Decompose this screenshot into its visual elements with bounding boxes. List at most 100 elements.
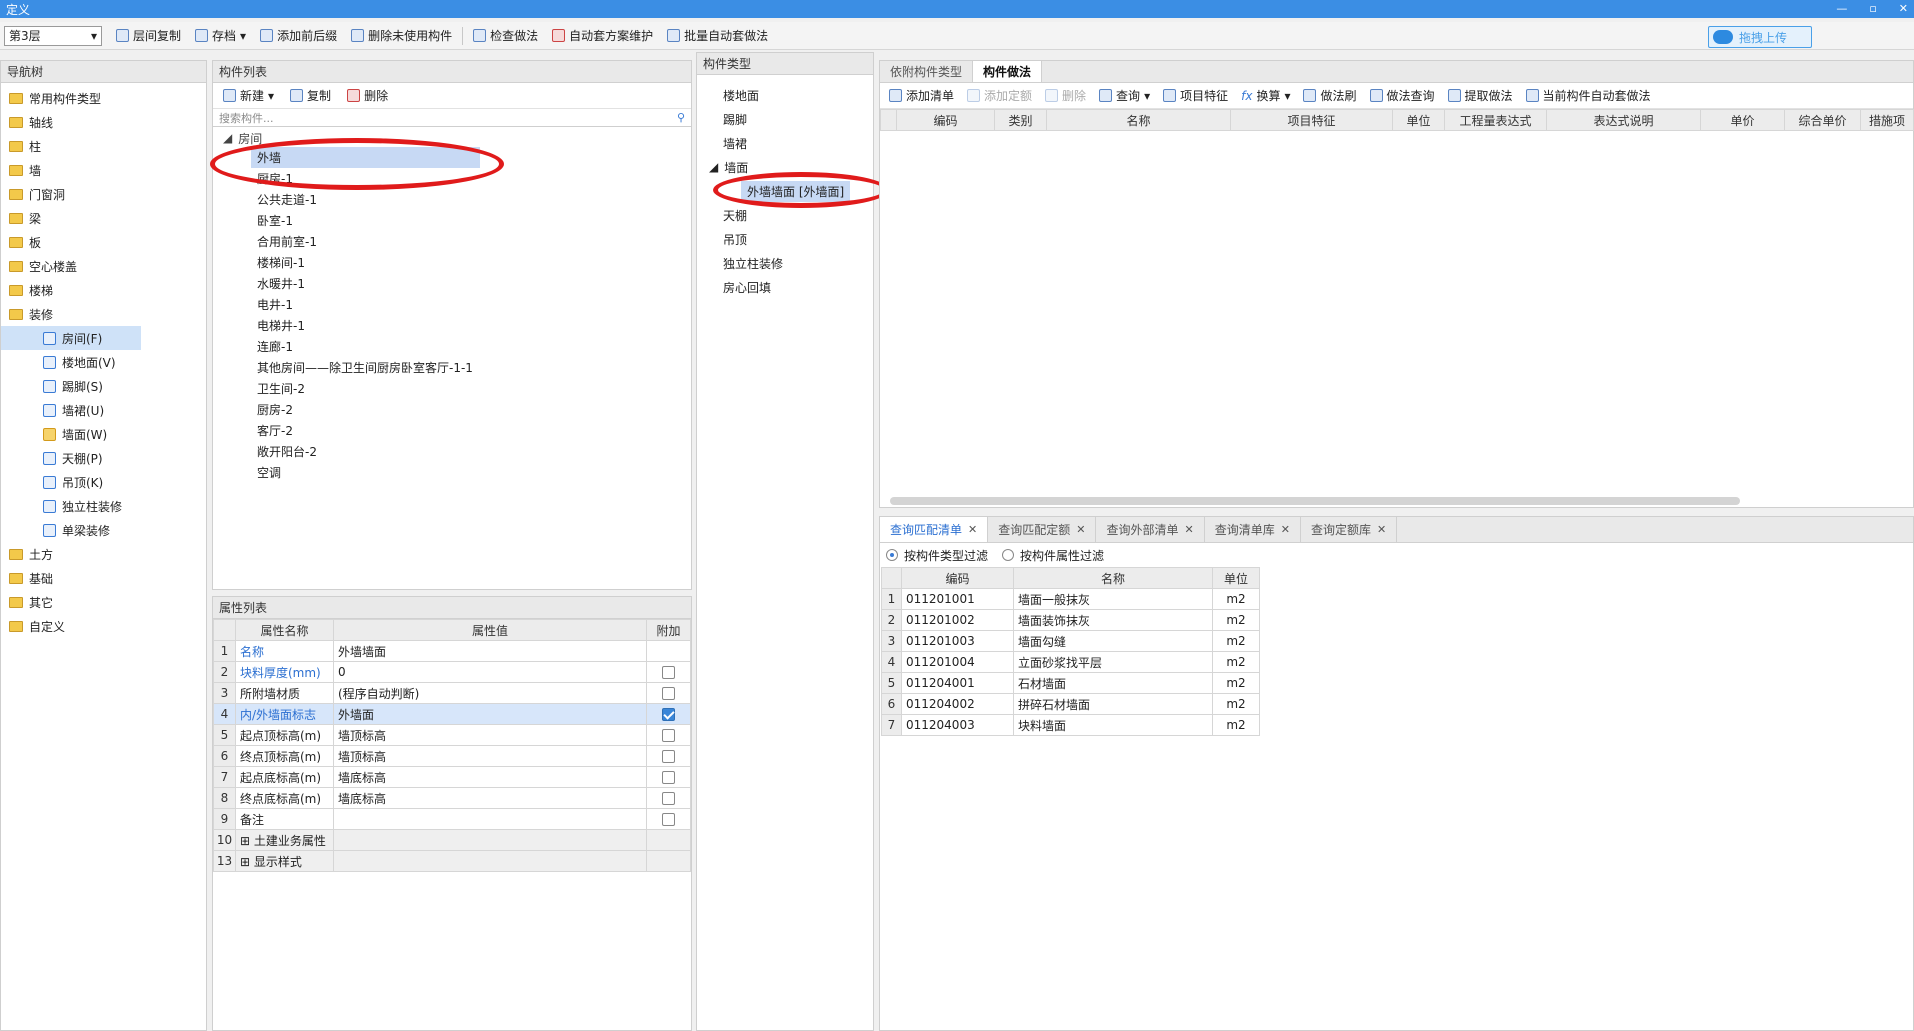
component-item[interactable]: 连廊-1 [213,336,691,357]
nav-item-ceiling[interactable]: 天棚(P) [1,446,206,470]
property-row[interactable]: 3 所附墙材质 (程序自动判断) [213,682,691,704]
extra-checkbox[interactable] [662,750,676,763]
component-item[interactable]: 客厅-2 [213,420,691,441]
property-row[interactable]: 5 起点顶标高(m) 墙顶标高 [213,724,691,746]
component-item[interactable]: 敞开阳台-2 [213,441,691,462]
component-item[interactable]: 水暖井-1 [213,273,691,294]
add-affix-button[interactable]: 添加前后缀 [254,25,343,47]
extra-checkbox[interactable] [662,792,676,805]
type-item-backfill[interactable]: 房心回填 [697,275,873,299]
tree-root-room[interactable]: ◢ 房间 [213,129,691,147]
property-value-input[interactable]: 外墙墙面 [332,640,648,662]
component-item[interactable]: 合用前室-1 [213,231,691,252]
component-item[interactable]: 楼梯间-1 [213,252,691,273]
batch-auto-method-button[interactable]: 批量自动套做法 [661,25,774,47]
filter-by-type-radio[interactable] [886,549,898,561]
tab-query-matching-quota[interactable]: 查询匹配定额 ✕ [988,517,1097,542]
extra-checkbox[interactable] [662,687,676,700]
tab-query-external-bill[interactable]: 查询外部清单 ✕ [1096,517,1205,542]
nav-item-decoration[interactable]: 装修 [1,302,206,326]
component-item[interactable]: 厨房-1 [213,168,691,189]
method-brush-button[interactable]: 做法刷 [1298,85,1361,107]
copy-between-floors-button[interactable]: 层间复制 [110,25,187,47]
nav-item-earthwork[interactable]: 土方 [1,542,206,566]
property-value-input[interactable] [332,808,648,830]
property-row[interactable]: 1 名称 外墙墙面 [213,640,691,662]
property-value-input[interactable]: 0 [332,661,648,683]
extra-checkbox[interactable] [662,813,676,826]
component-search-input[interactable]: 搜索构件... ⚲ [213,109,691,127]
component-item-selected[interactable]: 外墙 [251,147,480,168]
nav-item-custom[interactable]: 自定义 [1,614,206,638]
close-icon[interactable]: ✕ [1899,0,1908,18]
query-row[interactable]: 2 011201002 墙面装饰抹灰 m2 [881,609,1260,631]
upload-button[interactable]: 拖拽上传 [1708,26,1812,48]
property-row[interactable]: 2 块料厚度(mm) 0 [213,661,691,683]
property-value-input[interactable]: (程序自动判断) [332,682,648,704]
property-row[interactable]: 7 起点底标高(m) 墙底标高 [213,766,691,788]
minimize-icon[interactable]: — [1836,0,1847,18]
nav-item-beam-finish[interactable]: 单梁装修 [1,518,206,542]
type-item-suspended-ceiling[interactable]: 吊顶 [697,227,873,251]
nav-item-common-types[interactable]: 常用构件类型 [1,86,206,110]
auto-method-current-button[interactable]: 当前构件自动套做法 [1521,85,1656,107]
query-row[interactable]: 6 011204002 拼碎石材墙面 m2 [881,693,1260,715]
extra-checkbox-checked[interactable] [662,708,676,721]
new-component-button[interactable]: 新建 ▾ [217,85,280,107]
query-row[interactable]: 7 011204003 块料墙面 m2 [881,714,1260,736]
tab-query-matching-bill[interactable]: 查询匹配清单 ✕ [880,517,989,542]
nav-item-openings[interactable]: 门窗洞 [1,182,206,206]
query-row[interactable]: 5 011204001 石材墙面 m2 [881,672,1260,694]
property-value-input[interactable]: 墙底标高 [332,766,648,788]
expand-icon[interactable]: ⊞ [240,855,250,869]
property-group-row[interactable]: 13 ⊞ 显示样式 [213,850,691,872]
type-item-ceiling[interactable]: 天棚 [697,203,873,227]
type-item-dado[interactable]: 墙裙 [697,131,873,155]
nav-item-foundation[interactable]: 基础 [1,566,206,590]
property-group-row[interactable]: 10 ⊞ 土建业务属性 [213,829,691,851]
tab-attached-types[interactable]: 依附构件类型 [880,61,974,82]
property-value-input[interactable]: 墙底标高 [332,787,648,809]
extra-checkbox[interactable] [662,771,676,784]
method-query-button[interactable]: 做法查询 [1365,85,1440,107]
filter-by-attr-radio[interactable] [1002,549,1015,561]
close-icon[interactable]: ✕ [1076,523,1085,536]
convert-button[interactable]: fx 换算 ▾ [1236,85,1295,107]
extra-checkbox[interactable] [662,666,676,679]
nav-item-wall[interactable]: 墙 [1,158,206,182]
maximize-icon[interactable]: ▫ [1869,0,1876,18]
extra-checkbox[interactable] [662,729,676,742]
type-item-skirting[interactable]: 踢脚 [697,107,873,131]
component-item[interactable]: 空调 [213,462,691,483]
query-row[interactable]: 4 011201004 立面砂浆找平层 m2 [881,651,1260,673]
horizontal-scrollbar[interactable] [890,497,1740,505]
archive-button[interactable]: 存档 ▾ [189,25,252,47]
nav-item-column[interactable]: 柱 [1,134,206,158]
type-item-column-finish[interactable]: 独立柱装修 [697,251,873,275]
copy-component-button[interactable]: 复制 [284,85,337,107]
tab-query-bill-library[interactable]: 查询清单库 ✕ [1205,517,1301,542]
nav-item-column-finish[interactable]: 独立柱装修 [1,494,206,518]
nav-item-suspended-ceiling[interactable]: 吊顶(K) [1,470,206,494]
nav-item-room[interactable]: 房间(F) [1,326,141,350]
close-icon[interactable]: ✕ [1377,523,1386,536]
property-row-selected[interactable]: 4 内/外墙面标志 外墙面 [213,703,691,725]
close-icon[interactable]: ✕ [968,523,977,536]
type-item-wall-surface[interactable]: ◢ 墙面 [697,155,873,179]
expand-icon[interactable]: ⊞ [240,834,250,848]
check-method-button[interactable]: 检查做法 [467,25,544,47]
delete-method-button[interactable]: 删除 [1040,85,1091,107]
component-item[interactable]: 其他房间——除卫生间厨房卧室客厅-1-1 [213,357,691,378]
tab-query-quota-library[interactable]: 查询定额库 ✕ [1301,517,1398,542]
query-row[interactable]: 1 011201001 墙面一般抹灰 m2 [881,588,1260,610]
property-value-input[interactable]: 墙顶标高 [332,745,648,767]
auto-scheme-button[interactable]: 自动套方案维护 [546,25,659,47]
property-value-input[interactable]: 墙顶标高 [332,724,648,746]
property-row[interactable]: 8 终点底标高(m) 墙底标高 [213,787,691,809]
close-icon[interactable]: ✕ [1281,523,1290,536]
delete-component-button[interactable]: 删除 [341,85,394,107]
property-value-input[interactable]: 外墙面 [332,703,648,725]
component-item[interactable]: 电梯井-1 [213,315,691,336]
query-row[interactable]: 3 011201003 墙面勾缝 m2 [881,630,1260,652]
item-feature-button[interactable]: 项目特征 [1158,85,1233,107]
